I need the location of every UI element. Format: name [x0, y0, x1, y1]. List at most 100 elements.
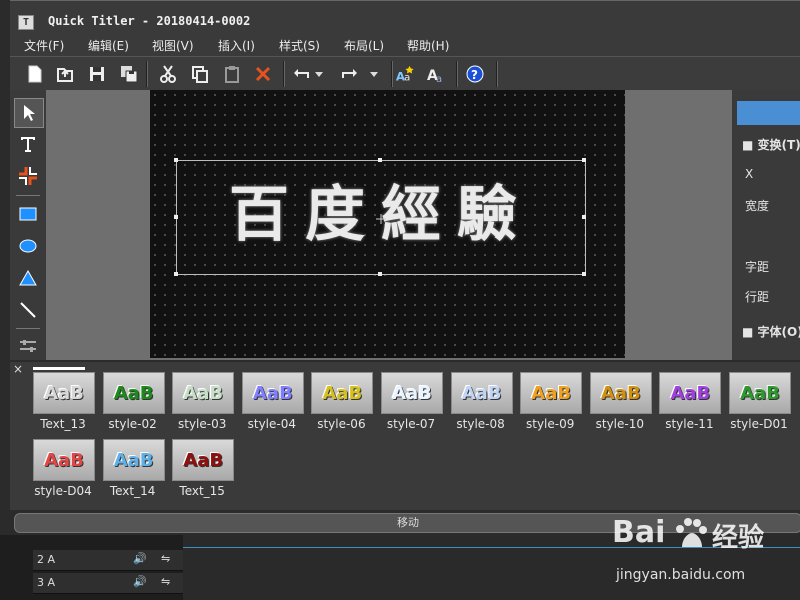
- style-label: style-04: [247, 417, 296, 431]
- resize-handle[interactable]: [582, 158, 586, 162]
- triangle-tool-icon[interactable]: [14, 264, 42, 292]
- menu-style[interactable]: 样式(S): [279, 37, 320, 54]
- style-label: style-11: [665, 417, 714, 431]
- track-label: 3 A: [37, 576, 56, 589]
- undo-dropdown-icon[interactable]: [313, 64, 325, 84]
- track-label: 2 A: [37, 553, 56, 566]
- text-style-icon[interactable]: Aa: [426, 64, 446, 84]
- font-section-toggle[interactable]: ■ 字体(O): [742, 323, 800, 340]
- style-swatch[interactable]: AaB: [172, 439, 235, 481]
- ellipse-tool-icon[interactable]: [14, 232, 42, 260]
- style-swatch[interactable]: AaB: [450, 372, 513, 414]
- properties-panel: [732, 90, 800, 360]
- speaker-icon[interactable]: 🔊: [133, 575, 147, 588]
- watermark-brand: Bai: [612, 515, 666, 550]
- watermark-url: jingyan.baidu.com: [616, 567, 746, 583]
- style-swatch[interactable]: AaB: [729, 372, 791, 414]
- style-label: Text_13: [40, 417, 86, 431]
- track-row[interactable]: 3 A 🔊 ⇋: [33, 573, 183, 594]
- resize-handle[interactable]: [174, 215, 178, 219]
- menu-edit[interactable]: 编辑(E): [88, 37, 129, 54]
- menu-view[interactable]: 视图(V): [152, 37, 194, 54]
- canvas-title-text[interactable]: 百度經驗: [180, 166, 582, 253]
- style-swatch[interactable]: AaB: [33, 439, 95, 481]
- style-swatch[interactable]: AaB: [172, 372, 235, 414]
- crop-tool-icon[interactable]: [14, 162, 42, 190]
- menu-help[interactable]: 帮助(H): [407, 37, 449, 54]
- track-settings-icon[interactable]: ⇋: [161, 552, 170, 565]
- select-arrow-icon[interactable]: [14, 98, 44, 128]
- style-swatch[interactable]: AaB: [589, 372, 652, 414]
- window-title: Quick Titler - 20180414-0002: [48, 14, 251, 28]
- style-swatch[interactable]: AaB: [659, 372, 722, 414]
- style-swatch[interactable]: AaB: [311, 372, 374, 414]
- style-label: Text_14: [109, 484, 156, 498]
- style-label: style-D01: [730, 417, 788, 431]
- menu-insert[interactable]: 插入(I): [218, 37, 255, 54]
- svg-text:a: a: [436, 74, 442, 84]
- style-label: style-09: [526, 417, 575, 431]
- track-settings-icon[interactable]: ⇋: [161, 575, 170, 588]
- toolbar-separator: [146, 61, 148, 87]
- collapse-icon[interactable]: ■: [742, 325, 753, 339]
- watermark-brand-suffix: 经验: [712, 523, 765, 553]
- menu-bar: 文件(F) 编辑(E) 视图(V) 插入(I) 样式(S) 布局(L) 帮助(H…: [10, 36, 800, 56]
- font-section-label: 字体(O): [757, 325, 800, 339]
- width-label: 宽度: [745, 199, 770, 213]
- paw-logo-icon: [676, 518, 707, 547]
- x-label: X: [745, 167, 754, 181]
- open-file-icon[interactable]: [55, 64, 75, 84]
- toolbar-separator: [496, 61, 498, 87]
- transform-section-toggle[interactable]: ■ 变换(T): [742, 136, 800, 153]
- rectangle-tool-icon[interactable]: [14, 200, 42, 228]
- copy-icon[interactable]: [190, 64, 210, 84]
- menu-file[interactable]: 文件(F): [24, 37, 64, 54]
- resize-handle[interactable]: [174, 158, 178, 162]
- style-swatch[interactable]: AaB: [102, 439, 165, 481]
- style-swatch[interactable]: AaB: [381, 372, 443, 414]
- redo-dropdown-icon[interactable]: [368, 64, 380, 84]
- paste-icon[interactable]: [222, 64, 242, 84]
- style-swatch[interactable]: AaB: [33, 372, 95, 414]
- toolbar-separator: [391, 61, 393, 87]
- svg-text:?: ?: [471, 68, 478, 82]
- save-icon[interactable]: [87, 64, 107, 84]
- resize-handle[interactable]: [378, 158, 382, 162]
- close-panel-icon[interactable]: ×: [13, 362, 23, 376]
- save-all-icon[interactable]: [119, 64, 139, 84]
- undo-icon[interactable]: [291, 64, 311, 84]
- app-icon: T: [18, 15, 34, 30]
- style-swatch[interactable]: AaB: [520, 372, 583, 414]
- crosshair-icon: [376, 213, 386, 227]
- transform-section-label: 变换(T): [757, 138, 800, 152]
- window-title-bar: T Quick Titler - 20180414-0002: [10, 0, 800, 37]
- style-swatch[interactable]: AaB: [241, 372, 304, 414]
- style-label: style-07: [386, 417, 436, 431]
- apply-style-icon[interactable]: Aa: [395, 64, 415, 84]
- style-swatch[interactable]: AaB: [102, 372, 165, 414]
- line-tool-icon[interactable]: [14, 296, 42, 324]
- settings-sliders-icon[interactable]: [14, 332, 42, 360]
- text-tool-icon[interactable]: [14, 130, 42, 158]
- new-file-icon[interactable]: [25, 64, 45, 84]
- style-label: style-D04: [34, 484, 92, 498]
- help-icon[interactable]: ?: [465, 64, 485, 84]
- speaker-icon[interactable]: 🔊: [133, 552, 147, 565]
- style-label: style-10: [595, 417, 644, 431]
- drawing-tools-panel: [10, 90, 46, 360]
- style-label: style-06: [317, 417, 366, 431]
- resize-handle[interactable]: [174, 272, 178, 276]
- delete-icon[interactable]: [253, 64, 273, 84]
- svg-text:a: a: [404, 72, 410, 83]
- collapse-icon[interactable]: ■: [742, 138, 753, 152]
- resize-handle[interactable]: [582, 215, 586, 219]
- resize-handle[interactable]: [582, 272, 586, 276]
- main-toolbar: Aa Aa ?: [10, 56, 800, 91]
- redo-icon[interactable]: [340, 64, 360, 84]
- toolbar-separator: [283, 61, 285, 87]
- selection-indicator: [33, 367, 85, 370]
- cut-icon[interactable]: [158, 64, 178, 84]
- resize-handle[interactable]: [378, 272, 382, 276]
- track-row[interactable]: 2 A 🔊 ⇋: [33, 550, 183, 571]
- menu-layout[interactable]: 布局(L): [344, 37, 384, 54]
